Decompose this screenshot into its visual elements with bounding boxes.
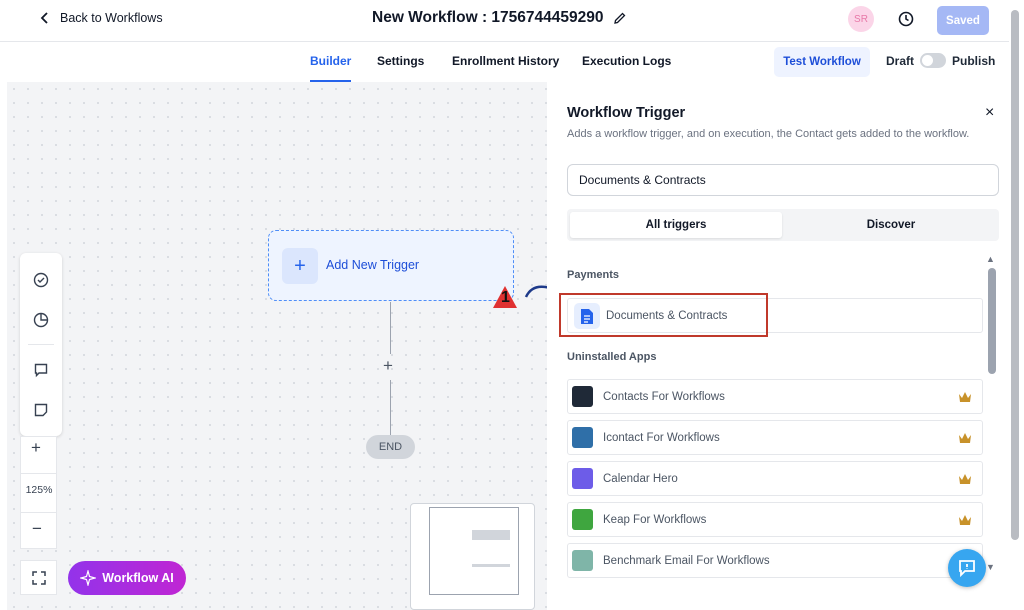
draft-label: Draft [886,54,915,68]
add-step-button[interactable]: + [383,356,393,376]
tab-discover[interactable]: Discover [785,212,997,238]
app-item-label: Calendar Hero [603,473,678,485]
trigger-search-input[interactable] [567,164,999,196]
zoom-level: 125% [25,484,53,496]
workflow-title: New Workflow : 1756744459290 [372,9,627,27]
step-marker-number: 1 [501,289,510,306]
benchmark-app-icon [572,550,593,571]
app-item-label: Benchmark Email For Workflows [603,555,770,567]
zoom-out-button[interactable]: − [32,519,42,539]
back-to-workflows-link[interactable]: Back to Workflows [38,11,163,25]
avatar[interactable]: SR [848,6,874,32]
crown-icon [959,474,971,484]
expand-icon [31,570,46,585]
zoom-controls: + 125% − [20,436,57,549]
icontact-app-icon [572,427,593,448]
tab-builder[interactable]: Builder [310,54,352,82]
top-bar: Back to Workflows New Workflow : 1756744… [0,0,1024,42]
tab-execution-logs[interactable]: Execution Logs [582,54,671,68]
keap-app-icon [572,509,593,530]
zoom-in-button[interactable]: + [31,438,41,458]
publish-toggle[interactable] [920,53,946,68]
close-icon[interactable]: × [985,104,994,122]
payments-section-label: Payments [567,269,619,281]
panel-title: Workflow Trigger [567,105,686,121]
fit-view-button[interactable] [20,560,57,595]
app-item-calendar-hero[interactable]: Calendar Hero [567,461,983,496]
workflow-ai-button[interactable]: Workflow AI [68,561,186,595]
chat-icon [959,560,975,578]
back-label: Back to Workflows [60,11,163,25]
app-item-label: Icontact For Workflows [603,432,720,444]
workflow-title-text: New Workflow : 1756744459290 [372,9,604,26]
test-workflow-button[interactable]: Test Workflow [774,47,870,77]
app-item-label: Keap For Workflows [603,514,707,526]
uninstalled-apps-label: Uninstalled Apps [567,351,657,363]
crown-icon [959,433,971,443]
panel-scrollbar[interactable] [988,268,996,374]
pie-chart-icon[interactable] [31,310,51,330]
minimap-node [472,564,510,567]
workflow-ai-label: Workflow AI [102,571,174,585]
minimap[interactable] [410,503,535,610]
panel-subtitle: Adds a workflow trigger, and on executio… [567,128,970,140]
comment-icon[interactable] [31,360,51,380]
toolbar-divider [28,344,54,345]
page-scrollbar[interactable] [1011,10,1019,540]
canvas-toolbar [20,253,62,436]
tab-settings[interactable]: Settings [377,54,424,68]
calendar-hero-app-icon [572,468,593,489]
app-item-contacts[interactable]: Contacts For Workflows [567,379,983,414]
saved-button[interactable]: Saved [937,6,989,35]
zoom-divider [21,473,57,474]
connector-line [390,302,391,354]
trigger-panel: Workflow Trigger × Adds a workflow trigg… [547,82,1009,610]
sparkle-icon [80,570,97,586]
crown-icon [959,515,971,525]
tabs-row: Builder Settings Enrollment History Exec… [0,42,1024,82]
contacts-app-icon [572,386,593,407]
connector-line [390,380,391,435]
scroll-down-icon[interactable]: ▼ [986,562,995,572]
end-node: END [366,435,415,459]
crown-icon [959,392,971,402]
app-item-keap[interactable]: Keap For Workflows [567,502,983,537]
plus-icon: + [282,248,318,284]
add-trigger-label: Add New Trigger [326,258,420,272]
publish-label: Publish [952,54,996,68]
chevron-left-icon [40,12,48,24]
minimap-viewport [429,507,519,595]
minimap-node [472,530,510,540]
history-icon[interactable] [897,10,915,28]
note-icon[interactable] [31,400,51,420]
check-circle-icon[interactable] [31,270,51,290]
tab-enrollment-history[interactable]: Enrollment History [452,54,559,68]
app-item-label: Contacts For Workflows [603,391,725,403]
app-item-icontact[interactable]: Icontact For Workflows [567,420,983,455]
pencil-icon[interactable] [613,11,627,25]
tab-all-triggers[interactable]: All triggers [570,212,782,238]
help-chat-button[interactable] [948,549,986,587]
highlight-box [559,293,768,337]
trigger-segment-control: All triggers Discover [567,209,999,241]
zoom-divider [21,512,57,513]
app-item-benchmark-email[interactable]: Benchmark Email For Workflows [567,543,983,578]
scroll-up-icon[interactable]: ▲ [986,254,995,264]
